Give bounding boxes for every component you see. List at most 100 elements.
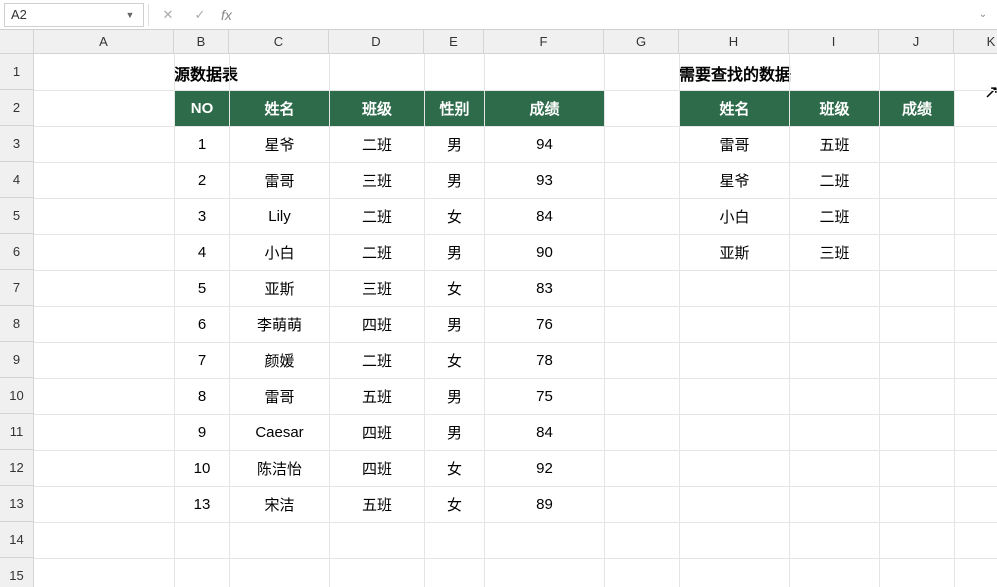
table-cell[interactable]: 男 xyxy=(425,415,485,451)
table-cell[interactable]: 二班 xyxy=(330,127,425,163)
table-cell[interactable]: 四班 xyxy=(330,451,425,487)
select-all-corner[interactable] xyxy=(0,30,34,54)
table-cell[interactable]: 陈洁怡 xyxy=(230,451,330,487)
table-cell[interactable]: Caesar xyxy=(230,415,330,451)
table-cell[interactable]: 雷哥 xyxy=(230,163,330,199)
table-cell[interactable]: 3 xyxy=(175,199,230,235)
table-cell[interactable]: 星爷 xyxy=(230,127,330,163)
column-header-I[interactable]: I xyxy=(789,30,879,53)
table-cell[interactable]: 10 xyxy=(175,451,230,487)
column-header-F[interactable]: F xyxy=(484,30,604,53)
table-cell[interactable]: 84 xyxy=(485,415,605,451)
lookup-data-table[interactable]: 姓名班级成绩雷哥五班星爷二班小白二班亚斯三班 xyxy=(679,90,955,271)
chevron-down-icon[interactable]: ▼ xyxy=(123,8,137,22)
table-cell[interactable]: 女 xyxy=(425,199,485,235)
column-header-B[interactable]: B xyxy=(174,30,229,53)
source-header-cell[interactable]: 姓名 xyxy=(230,91,330,127)
lookup-header-cell[interactable]: 班级 xyxy=(790,91,880,127)
table-cell[interactable]: 男 xyxy=(425,235,485,271)
table-cell[interactable]: 9 xyxy=(175,415,230,451)
table-cell[interactable] xyxy=(880,127,955,163)
row-header-5[interactable]: 5 xyxy=(0,198,33,234)
table-cell[interactable]: 7 xyxy=(175,343,230,379)
table-cell[interactable]: 二班 xyxy=(330,343,425,379)
table-cell[interactable]: 五班 xyxy=(330,379,425,415)
table-cell[interactable]: 三班 xyxy=(330,271,425,307)
table-cell[interactable]: 男 xyxy=(425,379,485,415)
expand-formula-icon[interactable]: ⌄ xyxy=(973,5,993,25)
column-header-D[interactable]: D xyxy=(329,30,424,53)
row-header-2[interactable]: 2 xyxy=(0,90,33,126)
source-header-cell[interactable]: 成绩 xyxy=(485,91,605,127)
source-header-cell[interactable]: NO xyxy=(175,91,230,127)
row-header-8[interactable]: 8 xyxy=(0,306,33,342)
table-cell[interactable]: 五班 xyxy=(330,487,425,523)
table-cell[interactable]: 女 xyxy=(425,271,485,307)
table-cell[interactable]: 84 xyxy=(485,199,605,235)
formula-input[interactable] xyxy=(240,3,973,27)
table-cell[interactable]: 93 xyxy=(485,163,605,199)
column-header-E[interactable]: E xyxy=(424,30,484,53)
table-cell[interactable] xyxy=(880,199,955,235)
table-cell[interactable]: 宋洁 xyxy=(230,487,330,523)
table-cell[interactable]: 女 xyxy=(425,487,485,523)
table-row[interactable]: 亚斯三班 xyxy=(680,235,955,271)
table-cell[interactable]: 三班 xyxy=(330,163,425,199)
row-header-13[interactable]: 13 xyxy=(0,486,33,522)
table-row[interactable]: 9Caesar四班男84 xyxy=(175,415,605,451)
table-row[interactable]: 雷哥五班 xyxy=(680,127,955,163)
table-cell[interactable]: 二班 xyxy=(790,199,880,235)
source-header-cell[interactable]: 班级 xyxy=(330,91,425,127)
table-cell[interactable]: 94 xyxy=(485,127,605,163)
table-cell[interactable]: 颜媛 xyxy=(230,343,330,379)
row-header-10[interactable]: 10 xyxy=(0,378,33,414)
table-row[interactable]: 1星爷二班男94 xyxy=(175,127,605,163)
table-cell[interactable]: 二班 xyxy=(330,235,425,271)
table-cell[interactable]: 小白 xyxy=(680,199,790,235)
table-cell[interactable]: 雷哥 xyxy=(680,127,790,163)
row-header-6[interactable]: 6 xyxy=(0,234,33,270)
column-header-J[interactable]: J xyxy=(879,30,954,53)
table-row[interactable]: 星爷二班 xyxy=(680,163,955,199)
table-cell[interactable]: 2 xyxy=(175,163,230,199)
table-cell[interactable]: 小白 xyxy=(230,235,330,271)
table-cell[interactable]: 四班 xyxy=(330,415,425,451)
row-header-11[interactable]: 11 xyxy=(0,414,33,450)
lookup-header-cell[interactable]: 姓名 xyxy=(680,91,790,127)
cancel-icon[interactable]: ✕ xyxy=(157,4,179,26)
table-cell[interactable]: 89 xyxy=(485,487,605,523)
row-header-15[interactable]: 15 xyxy=(0,558,33,587)
row-header-9[interactable]: 9 xyxy=(0,342,33,378)
table-row[interactable]: 5亚斯三班女83 xyxy=(175,271,605,307)
column-header-C[interactable]: C xyxy=(229,30,329,53)
row-header-7[interactable]: 7 xyxy=(0,270,33,306)
table-cell[interactable] xyxy=(880,235,955,271)
table-cell[interactable]: 星爷 xyxy=(680,163,790,199)
table-cell[interactable] xyxy=(880,163,955,199)
table-cell[interactable]: 76 xyxy=(485,307,605,343)
name-box[interactable]: A2 ▼ xyxy=(4,3,144,27)
table-cell[interactable]: 4 xyxy=(175,235,230,271)
table-row[interactable]: 2雷哥三班男93 xyxy=(175,163,605,199)
check-icon[interactable]: ✓ xyxy=(189,4,211,26)
table-cell[interactable]: 92 xyxy=(485,451,605,487)
table-cell[interactable]: 男 xyxy=(425,163,485,199)
table-cell[interactable]: Lily xyxy=(230,199,330,235)
table-cell[interactable]: 女 xyxy=(425,343,485,379)
table-row[interactable]: 13宋洁五班女89 xyxy=(175,487,605,523)
table-row[interactable]: 7颜媛二班女78 xyxy=(175,343,605,379)
source-header-cell[interactable]: 性别 xyxy=(425,91,485,127)
table-cell[interactable]: 亚斯 xyxy=(230,271,330,307)
column-header-H[interactable]: H xyxy=(679,30,789,53)
table-cell[interactable]: 李萌萌 xyxy=(230,307,330,343)
table-row[interactable]: 6李萌萌四班男76 xyxy=(175,307,605,343)
table-cell[interactable]: 男 xyxy=(425,127,485,163)
table-cell[interactable]: 雷哥 xyxy=(230,379,330,415)
table-cell[interactable]: 75 xyxy=(485,379,605,415)
table-cell[interactable]: 二班 xyxy=(330,199,425,235)
table-cell[interactable]: 78 xyxy=(485,343,605,379)
table-cell[interactable]: 四班 xyxy=(330,307,425,343)
row-header-1[interactable]: 1 xyxy=(0,54,33,90)
row-header-3[interactable]: 3 xyxy=(0,126,33,162)
table-row[interactable]: 10陈洁怡四班女92 xyxy=(175,451,605,487)
